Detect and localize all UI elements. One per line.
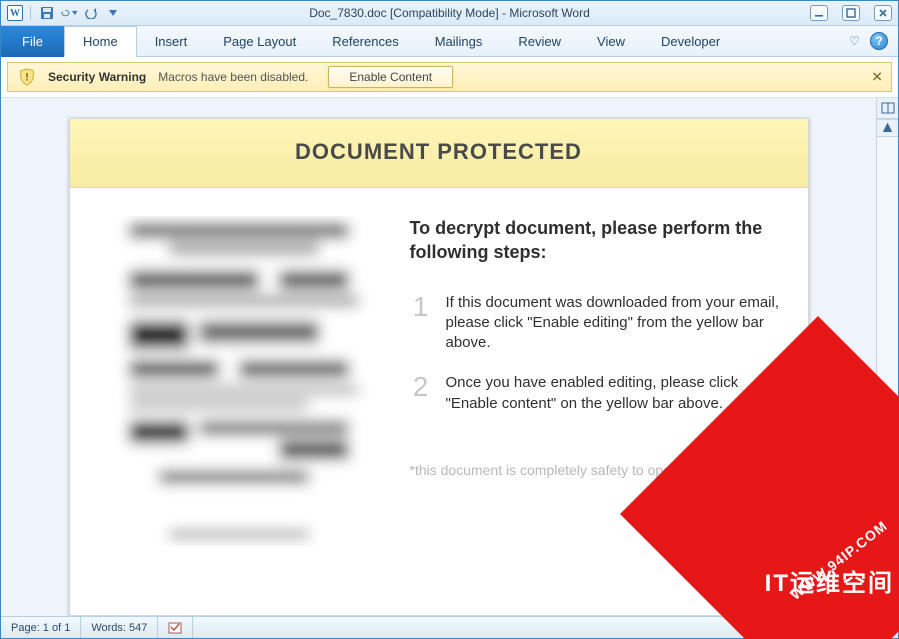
footnote-text: *this document is completely safety to o… (410, 462, 784, 478)
instructions-heading: To decrypt document, please perform the … (410, 216, 784, 265)
vertical-scrollbar-pane: ▲ ▼ ○ (876, 98, 898, 616)
maximize-button[interactable] (842, 5, 860, 21)
step-1-number: 1 (410, 293, 432, 354)
file-tab[interactable]: File (1, 26, 64, 57)
window-title: Doc_7830.doc [Compatibility Mode] - Micr… (1, 6, 898, 20)
step-2-text: Once you have enabled editing, please cl… (446, 373, 784, 414)
view-print-layout-icon[interactable] (742, 620, 762, 636)
ribbon-minimize[interactable]: ♡ (849, 34, 860, 48)
tab-developer[interactable]: Developer (643, 26, 738, 56)
browse-object-icon[interactable]: ○ (877, 574, 898, 595)
help-button[interactable]: ? (870, 32, 888, 50)
banner-title: DOCUMENT PROTECTED (70, 139, 808, 165)
status-proofing-icon[interactable] (158, 617, 193, 638)
blurred-preview (104, 216, 384, 546)
step-1-text: If this document was downloaded from you… (446, 293, 784, 354)
view-draft-icon[interactable] (838, 620, 858, 636)
tab-page-layout[interactable]: Page Layout (205, 26, 314, 56)
ruler-toggle-icon[interactable] (877, 98, 898, 119)
qat-customize[interactable] (104, 4, 122, 22)
tab-mailings[interactable]: Mailings (417, 26, 501, 56)
svg-text:!: ! (25, 72, 29, 84)
tab-insert[interactable]: Insert (137, 26, 206, 56)
security-warning-bar: ! Security Warning Macros have been disa… (7, 62, 892, 92)
titlebar: W Doc_7830.doc [Compatibility Mode] - Mi… (1, 1, 898, 26)
security-warning-title: Security Warning (48, 70, 146, 84)
scrollbar-track[interactable] (877, 137, 898, 556)
minimize-button[interactable] (810, 5, 828, 21)
tab-home[interactable]: Home (64, 26, 137, 57)
quick-access-toolbar: W (7, 4, 122, 22)
app-window: W Doc_7830.doc [Compatibility Mode] - Mi… (0, 0, 899, 639)
status-bar: Page: 1 of 1 Words: 547 80% (1, 616, 898, 638)
close-button[interactable] (874, 5, 892, 21)
view-outline-icon[interactable] (814, 620, 834, 636)
tab-review[interactable]: Review (500, 26, 579, 56)
status-words[interactable]: Words: 547 (81, 617, 158, 638)
security-warning-message: Macros have been disabled. (158, 70, 308, 84)
redo-button[interactable] (82, 4, 100, 22)
undo-button[interactable] (60, 4, 78, 22)
view-full-screen-icon[interactable] (766, 620, 786, 636)
status-zoom[interactable]: 80% (866, 622, 888, 634)
view-web-layout-icon[interactable] (790, 620, 810, 636)
tab-references[interactable]: References (314, 26, 416, 56)
document-page: DOCUMENT PROTECTED (69, 118, 809, 616)
next-page-icon[interactable] (877, 595, 898, 616)
step-1: 1 If this document was downloaded from y… (410, 293, 784, 354)
save-button[interactable] (38, 4, 56, 22)
scroll-down-arrow[interactable]: ▼ (877, 556, 898, 574)
step-2: 2 Once you have enabled editing, please … (410, 373, 784, 414)
document-viewport[interactable]: DOCUMENT PROTECTED (1, 98, 876, 616)
shield-warning-icon: ! (18, 68, 36, 86)
step-2-number: 2 (410, 373, 432, 414)
word-app-icon: W (7, 5, 23, 21)
protected-banner: DOCUMENT PROTECTED (70, 119, 808, 188)
ribbon-tabs: File Home Insert Page Layout References … (1, 26, 898, 57)
enable-content-button[interactable]: Enable Content (328, 66, 453, 88)
tab-view[interactable]: View (579, 26, 643, 56)
scroll-up-arrow[interactable]: ▲ (877, 119, 898, 137)
msgbar-close-icon[interactable]: ✕ (871, 69, 883, 86)
status-page[interactable]: Page: 1 of 1 (1, 617, 81, 638)
